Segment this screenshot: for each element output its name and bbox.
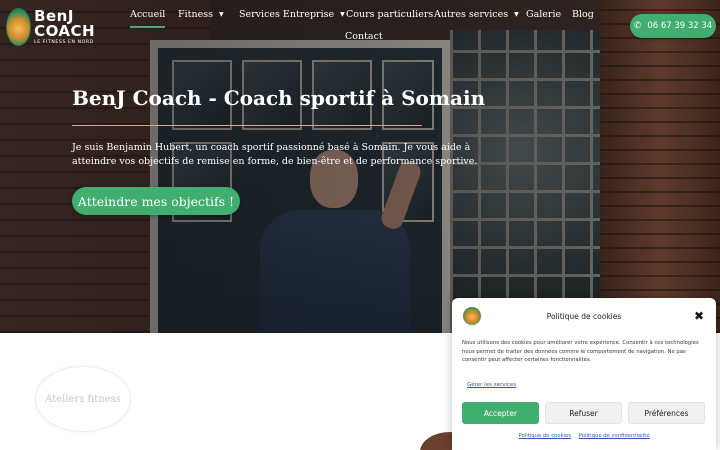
cookie-text: Nous utilisons des cookies pour améliore… <box>462 340 699 363</box>
phone-button[interactable]: ✆ 06 67 39 32 34 <box>630 14 716 38</box>
refuse-button[interactable]: Refuser <box>545 402 622 424</box>
nav-item-services-entreprise[interactable]: Services Entreprise ▼ <box>239 9 345 20</box>
lion-logo-icon <box>6 8 32 46</box>
nav-item-autres-services[interactable]: Autres services ▼ <box>434 9 519 20</box>
cookie-links: Politique de cookies Politique de confid… <box>452 433 716 439</box>
cookie-consent-popup: Politique de cookies ✖ Nous utilisons de… <box>452 298 716 450</box>
cookie-policy-link[interactable]: Politique de cookies <box>519 433 572 439</box>
nav-item-galerie[interactable]: Galerie <box>526 9 561 20</box>
close-icon[interactable]: ✖ <box>694 309 704 323</box>
nav-item-accueil[interactable]: Accueil <box>130 9 166 28</box>
hero-section: BenJ Coach - Coach sportif à Somain Je s… <box>0 0 720 333</box>
preferences-button[interactable]: Préférences <box>628 402 705 424</box>
phone-icon: ✆ <box>633 21 642 31</box>
hero-title: BenJ Coach - Coach sportif à Somain <box>72 86 486 110</box>
chevron-down-icon: ▼ <box>514 11 519 18</box>
logo-brand: BenJ COACH <box>34 6 96 40</box>
nav-item-contact[interactable]: Contact <box>345 31 383 42</box>
chevron-down-icon: ▼ <box>340 11 345 18</box>
hero-description: Je suis Benjamin Hubert, un coach sporti… <box>72 142 478 167</box>
chevron-down-icon: ▼ <box>218 11 224 18</box>
site-logo[interactable]: BenJ COACH LE FITNESS EN NORD <box>6 6 116 48</box>
manage-services-link[interactable]: Gérer les services <box>467 382 516 388</box>
hero-divider <box>72 125 422 126</box>
nav-item-cours-particuliers[interactable]: Cours particuliers <box>346 9 433 20</box>
main-nav: Accueil Fitness ▼ Services Entreprise ▼ Co… <box>122 2 612 48</box>
atelier-label: Ateliers fitness <box>45 393 121 405</box>
nav-item-blog[interactable]: Blog <box>572 9 594 20</box>
atelier-fitness-badge[interactable]: Ateliers fitness <box>35 366 131 432</box>
privacy-policy-link[interactable]: Politique de confidentialité <box>579 433 650 439</box>
nav-item-fitness[interactable]: Fitness ▼ <box>178 9 224 20</box>
accept-button[interactable]: Accepter <box>462 402 539 424</box>
cta-button[interactable]: Atteindre mes objectifs ! <box>72 187 240 215</box>
cookie-title: Politique de cookies <box>546 312 622 321</box>
logo-tagline: LE FITNESS EN NORD <box>34 39 94 45</box>
phone-number: 06 67 39 32 34 <box>647 21 713 31</box>
